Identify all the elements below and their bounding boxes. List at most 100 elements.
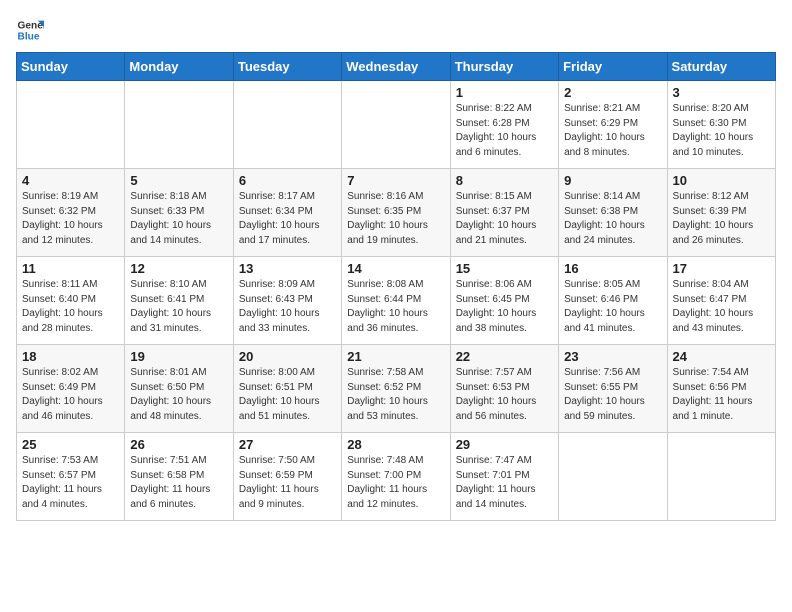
calendar-cell: 26Sunrise: 7:51 AM Sunset: 6:58 PM Dayli…: [125, 433, 233, 521]
day-info: Sunrise: 8:21 AM Sunset: 6:29 PM Dayligh…: [564, 102, 661, 160]
day-info: Sunrise: 8:14 AM Sunset: 6:38 PM Dayligh…: [564, 190, 661, 248]
day-info: Sunrise: 8:11 AM Sunset: 6:40 PM Dayligh…: [22, 278, 119, 336]
day-number: 4: [22, 173, 119, 188]
day-info: Sunrise: 8:18 AM Sunset: 6:33 PM Dayligh…: [130, 190, 227, 248]
calendar-cell: 14 Sunrise: 8:08 AM Sunset: 6:44 PM Dayli…: [342, 257, 450, 345]
calendar-cell: 1 Sunrise: 8:22 AM Sunset: 6:28 PM Daylig…: [450, 81, 558, 169]
day-number: 14: [347, 261, 444, 276]
calendar-cell: 17Sunrise: 8:04 AM Sunset: 6:47 PM Dayli…: [667, 257, 775, 345]
day-number: 8: [456, 173, 553, 188]
day-number: 23: [564, 349, 661, 364]
day-info: Sunrise: 7:47 AM Sunset: 7:01 PM Dayligh…: [456, 454, 553, 512]
day-number: 25: [22, 437, 119, 452]
calendar-cell: 29 Sunrise: 7:47 AM Sunset: 7:01 PM Dayli…: [450, 433, 558, 521]
calendar-cell: [125, 81, 233, 169]
day-number: 11: [22, 261, 119, 276]
header-sunday: Sunday: [17, 53, 125, 81]
calendar-week-4: 18 Sunrise: 8:02 AM Sunset: 6:49 PM Dayli…: [17, 345, 776, 433]
day-info: Sunrise: 8:19 AM Sunset: 6:32 PM Dayligh…: [22, 190, 119, 248]
day-info: Sunrise: 8:12 AM Sunset: 6:39 PM Dayligh…: [673, 190, 770, 248]
calendar-week-5: 25 Sunrise: 7:53 AM Sunset: 6:57 PM Dayli…: [17, 433, 776, 521]
calendar-cell: 21 Sunrise: 7:58 AM Sunset: 6:52 PM Dayli…: [342, 345, 450, 433]
day-info: Sunrise: 7:48 AM Sunset: 7:00 PM Dayligh…: [347, 454, 444, 512]
calendar-cell: 24 Sunrise: 7:54 AM Sunset: 6:56 PM Dayli…: [667, 345, 775, 433]
day-info: Sunrise: 7:58 AM Sunset: 6:52 PM Dayligh…: [347, 366, 444, 424]
calendar-cell: 5 Sunrise: 8:18 AM Sunset: 6:33 PM Daylig…: [125, 169, 233, 257]
day-info: Sunrise: 7:53 AM Sunset: 6:57 PM Dayligh…: [22, 454, 119, 512]
calendar-cell: 10 Sunrise: 8:12 AM Sunset: 6:39 PM Dayli…: [667, 169, 775, 257]
header-saturday: Saturday: [667, 53, 775, 81]
header-thursday: Thursday: [450, 53, 558, 81]
day-info: Sunrise: 8:10 AM Sunset: 6:41 PM Dayligh…: [130, 278, 227, 336]
calendar-week-2: 4 Sunrise: 8:19 AM Sunset: 6:32 PM Daylig…: [17, 169, 776, 257]
calendar-cell: [233, 81, 341, 169]
calendar-cell: 23 Sunrise: 7:56 AM Sunset: 6:55 PM Dayli…: [559, 345, 667, 433]
header-wednesday: Wednesday: [342, 53, 450, 81]
day-info: Sunrise: 8:16 AM Sunset: 6:35 PM Dayligh…: [347, 190, 444, 248]
calendar-table: SundayMondayTuesdayWednesdayThursdayFrid…: [16, 52, 776, 521]
day-number: 9: [564, 173, 661, 188]
calendar-cell: 20 Sunrise: 8:00 AM Sunset: 6:51 PM Dayli…: [233, 345, 341, 433]
calendar-cell: 27 Sunrise: 7:50 AM Sunset: 6:59 PM Dayli…: [233, 433, 341, 521]
day-number: 15: [456, 261, 553, 276]
day-info: Sunrise: 8:01 AM Sunset: 6:50 PM Dayligh…: [130, 366, 227, 424]
day-info: Sunrise: 8:06 AM Sunset: 6:45 PM Dayligh…: [456, 278, 553, 336]
day-number: 1: [456, 85, 553, 100]
day-number: 29: [456, 437, 553, 452]
calendar-week-1: 1 Sunrise: 8:22 AM Sunset: 6:28 PM Daylig…: [17, 81, 776, 169]
page-header: General Blue: [16, 16, 776, 44]
calendar-cell: 19Sunrise: 8:01 AM Sunset: 6:50 PM Dayli…: [125, 345, 233, 433]
logo: General Blue: [16, 16, 48, 44]
calendar-week-3: 11 Sunrise: 8:11 AM Sunset: 6:40 PM Dayli…: [17, 257, 776, 345]
day-number: 21: [347, 349, 444, 364]
calendar-cell: [342, 81, 450, 169]
day-info: Sunrise: 8:09 AM Sunset: 6:43 PM Dayligh…: [239, 278, 336, 336]
day-info: Sunrise: 8:05 AM Sunset: 6:46 PM Dayligh…: [564, 278, 661, 336]
day-info: Sunrise: 7:57 AM Sunset: 6:53 PM Dayligh…: [456, 366, 553, 424]
day-number: 7: [347, 173, 444, 188]
day-number: 24: [673, 349, 770, 364]
calendar-header-row: SundayMondayTuesdayWednesdayThursdayFrid…: [17, 53, 776, 81]
calendar-cell: 6 Sunrise: 8:17 AM Sunset: 6:34 PM Daylig…: [233, 169, 341, 257]
day-number: 10: [673, 173, 770, 188]
calendar-cell: [17, 81, 125, 169]
day-number: 27: [239, 437, 336, 452]
day-info: Sunrise: 7:50 AM Sunset: 6:59 PM Dayligh…: [239, 454, 336, 512]
day-info: Sunrise: 8:15 AM Sunset: 6:37 PM Dayligh…: [456, 190, 553, 248]
day-number: 3: [673, 85, 770, 100]
calendar-cell: 11 Sunrise: 8:11 AM Sunset: 6:40 PM Dayli…: [17, 257, 125, 345]
day-info: Sunrise: 8:00 AM Sunset: 6:51 PM Dayligh…: [239, 366, 336, 424]
day-info: Sunrise: 8:22 AM Sunset: 6:28 PM Dayligh…: [456, 102, 553, 160]
calendar-cell: 7 Sunrise: 8:16 AM Sunset: 6:35 PM Daylig…: [342, 169, 450, 257]
day-info: Sunrise: 8:02 AM Sunset: 6:49 PM Dayligh…: [22, 366, 119, 424]
calendar-cell: 12 Sunrise: 8:10 AM Sunset: 6:41 PM Dayli…: [125, 257, 233, 345]
day-info: Sunrise: 7:56 AM Sunset: 6:55 PM Dayligh…: [564, 366, 661, 424]
day-number: 6: [239, 173, 336, 188]
calendar-cell: [667, 433, 775, 521]
day-info: Sunrise: 8:20 AM Sunset: 6:30 PM Dayligh…: [673, 102, 770, 160]
calendar-cell: 28Sunrise: 7:48 AM Sunset: 7:00 PM Dayli…: [342, 433, 450, 521]
day-info: Sunrise: 8:08 AM Sunset: 6:44 PM Dayligh…: [347, 278, 444, 336]
day-number: 22: [456, 349, 553, 364]
svg-text:Blue: Blue: [18, 31, 40, 42]
calendar-cell: 9 Sunrise: 8:14 AM Sunset: 6:38 PM Daylig…: [559, 169, 667, 257]
day-info: Sunrise: 8:17 AM Sunset: 6:34 PM Dayligh…: [239, 190, 336, 248]
calendar-cell: 3 Sunrise: 8:20 AM Sunset: 6:30 PM Daylig…: [667, 81, 775, 169]
day-info: Sunrise: 7:54 AM Sunset: 6:56 PM Dayligh…: [673, 366, 770, 424]
day-number: 20: [239, 349, 336, 364]
day-number: 12: [130, 261, 227, 276]
day-number: 5: [130, 173, 227, 188]
header-tuesday: Tuesday: [233, 53, 341, 81]
header-monday: Monday: [125, 53, 233, 81]
calendar-cell: 8 Sunrise: 8:15 AM Sunset: 6:37 PM Daylig…: [450, 169, 558, 257]
calendar-cell: 15 Sunrise: 8:06 AM Sunset: 6:45 PM Dayli…: [450, 257, 558, 345]
calendar-cell: 4 Sunrise: 8:19 AM Sunset: 6:32 PM Daylig…: [17, 169, 125, 257]
logo-icon: General Blue: [16, 16, 44, 44]
calendar-cell: 13 Sunrise: 8:09 AM Sunset: 6:43 PM Dayli…: [233, 257, 341, 345]
day-number: 13: [239, 261, 336, 276]
day-number: 16: [564, 261, 661, 276]
day-number: 18: [22, 349, 119, 364]
calendar-cell: 25 Sunrise: 7:53 AM Sunset: 6:57 PM Dayli…: [17, 433, 125, 521]
calendar-cell: 22 Sunrise: 7:57 AM Sunset: 6:53 PM Dayli…: [450, 345, 558, 433]
header-friday: Friday: [559, 53, 667, 81]
